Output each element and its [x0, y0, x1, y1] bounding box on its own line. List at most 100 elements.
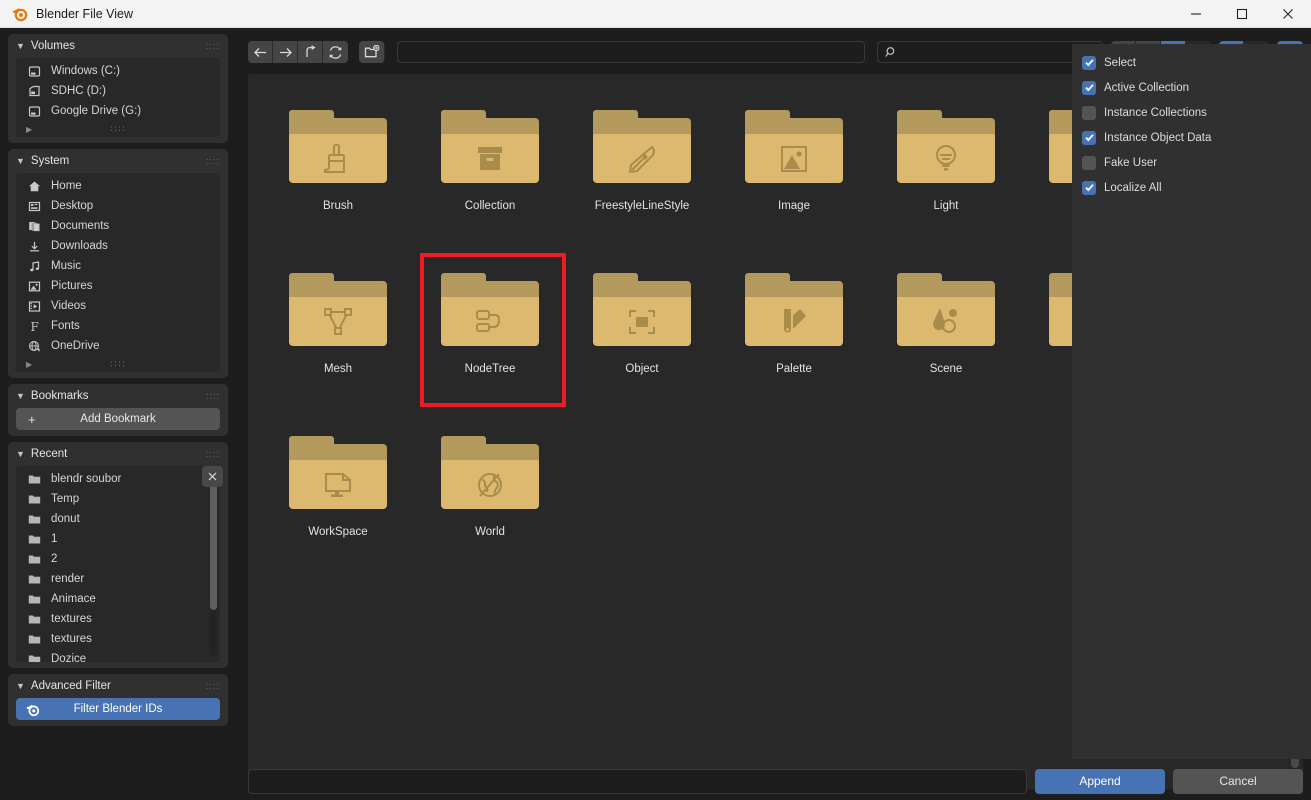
file-item-object[interactable]: Object [566, 247, 718, 410]
sidebar-item-downloads[interactable]: Downloads [16, 236, 220, 256]
option-instance-object-data[interactable]: Instance Object Data [1072, 125, 1311, 150]
volume-label: Windows (C:) [51, 65, 120, 77]
clear-recent-button[interactable] [202, 466, 223, 487]
checkbox-unchecked-icon[interactable] [1082, 106, 1096, 120]
panel-header-volumes[interactable]: ▼ Volumes :::: [8, 34, 228, 58]
append-button[interactable]: Append [1035, 769, 1165, 794]
node-tree-icon [473, 307, 507, 337]
folder-icon [26, 551, 43, 567]
collection-box-icon [473, 144, 507, 174]
cancel-button[interactable]: Cancel [1173, 769, 1303, 794]
chevron-down-icon: ▼ [16, 42, 25, 51]
file-item-freestylelinestyle[interactable]: FreestyleLineStyle [566, 84, 718, 247]
sidebar-item-desktop[interactable]: Desktop [16, 196, 220, 216]
disk-drive-icon [26, 63, 43, 79]
search-input[interactable] [877, 41, 1103, 63]
file-item-mesh[interactable]: Mesh [262, 247, 414, 410]
panel-title-recent: Recent [31, 448, 67, 460]
option-instance-collections[interactable]: Instance Collections [1072, 100, 1311, 125]
parent-directory-button[interactable] [298, 41, 323, 63]
file-item-label: Collection [465, 200, 516, 212]
file-item-light[interactable]: Light [870, 84, 1022, 247]
new-folder-button[interactable] [359, 41, 385, 63]
expand-triangle-icon[interactable]: ▶ [26, 360, 32, 369]
folder-icon [26, 511, 43, 527]
checkbox-checked-icon[interactable] [1082, 81, 1096, 95]
sd-card-icon [26, 83, 43, 99]
sidebar-item-label: Documents [51, 220, 109, 232]
folder-icon [441, 110, 539, 183]
sidebar-item-documents[interactable]: Documents [16, 216, 220, 236]
option-select[interactable]: Select [1072, 50, 1311, 75]
close-button[interactable] [1265, 0, 1311, 28]
list-item[interactable]: blendr soubor [16, 469, 220, 489]
maximize-button[interactable] [1219, 0, 1265, 28]
checkbox-checked-icon[interactable] [1082, 181, 1096, 195]
list-item-label: textures [51, 633, 92, 645]
expand-triangle-icon[interactable]: ▶ [26, 125, 32, 134]
file-item-image[interactable]: Image [718, 84, 870, 247]
file-item-collection[interactable]: Collection [414, 84, 566, 247]
list-item[interactable]: Animace [16, 589, 220, 609]
list-item[interactable]: render [16, 569, 220, 589]
panel-bookmarks: ▼ Bookmarks :::: + Add Bookmark [8, 384, 228, 436]
panel-grip-icon: :::: [206, 681, 220, 691]
volume-item-windows[interactable]: Windows (C:) [16, 61, 220, 81]
filename-input[interactable] [248, 769, 1027, 794]
volume-label: SDHC (D:) [51, 85, 106, 97]
sidebar-item-label: Home [51, 180, 82, 192]
option-fake-user[interactable]: Fake User [1072, 150, 1311, 175]
checkbox-checked-icon[interactable] [1082, 56, 1096, 70]
sidebar-item-music[interactable]: Music [16, 256, 220, 276]
disk-drive-icon [26, 103, 43, 119]
panel-grip-icon: :::: [206, 156, 220, 166]
resize-grip-icon[interactable]: :::: [110, 124, 126, 134]
option-localize-all[interactable]: Localize All [1072, 175, 1311, 200]
option-active-collection[interactable]: Active Collection [1072, 75, 1311, 100]
list-item[interactable]: textures [16, 629, 220, 649]
home-icon [26, 178, 43, 194]
file-item-scene[interactable]: Scene [870, 247, 1022, 410]
list-item[interactable]: Dozice [16, 649, 220, 662]
file-item-nodetree[interactable]: NodeTree [414, 247, 566, 410]
list-item[interactable]: Temp [16, 489, 220, 509]
sidebar-item-pictures[interactable]: Pictures [16, 276, 220, 296]
minimize-button[interactable] [1173, 0, 1219, 28]
file-item-label: WorkSpace [308, 526, 367, 538]
file-item-palette[interactable]: Palette [718, 247, 870, 410]
panel-recent: ▼ Recent :::: blendr soubor Temp [8, 442, 228, 668]
object-cube-icon [626, 307, 658, 337]
back-button[interactable] [248, 41, 273, 63]
checkbox-checked-icon[interactable] [1082, 131, 1096, 145]
checkbox-unchecked-icon[interactable] [1082, 156, 1096, 170]
panel-header-bookmarks[interactable]: ▼ Bookmarks :::: [8, 384, 228, 408]
list-item[interactable]: 1 [16, 529, 220, 549]
volume-item-google-drive[interactable]: Google Drive (G:) [16, 101, 220, 121]
volume-item-sdhc[interactable]: SDHC (D:) [16, 81, 220, 101]
list-item[interactable]: 2 [16, 549, 220, 569]
filter-blender-ids-button[interactable]: Filter Blender IDs [16, 698, 220, 720]
sidebar-item-home[interactable]: Home [16, 176, 220, 196]
list-item-label: Temp [51, 493, 79, 505]
sidebar-item-onedrive[interactable]: OneDrive [16, 336, 220, 356]
sidebar-item-fonts[interactable]: F Fonts [16, 316, 220, 336]
forward-button[interactable] [273, 41, 298, 63]
refresh-button[interactable] [323, 41, 348, 63]
file-item-workspace[interactable]: WorkSpace [262, 410, 414, 573]
desktop-icon [26, 198, 43, 214]
recent-scrollbar[interactable] [210, 470, 217, 656]
list-item[interactable]: donut [16, 509, 220, 529]
chevron-down-icon: ▼ [16, 392, 25, 401]
resize-grip-icon[interactable]: :::: [110, 359, 126, 369]
recent-scrollbar-thumb[interactable] [210, 470, 217, 610]
panel-header-recent[interactable]: ▼ Recent :::: [8, 442, 228, 466]
folder-icon [441, 436, 539, 509]
path-input[interactable] [397, 41, 865, 63]
file-item-world[interactable]: World [414, 410, 566, 573]
panel-header-system[interactable]: ▼ System :::: [8, 149, 228, 173]
list-item[interactable]: textures [16, 609, 220, 629]
add-bookmark-button[interactable]: + Add Bookmark [16, 408, 220, 430]
file-item-brush[interactable]: Brush [262, 84, 414, 247]
panel-header-advanced-filter[interactable]: ▼ Advanced Filter :::: [8, 674, 228, 698]
sidebar-item-videos[interactable]: Videos [16, 296, 220, 316]
